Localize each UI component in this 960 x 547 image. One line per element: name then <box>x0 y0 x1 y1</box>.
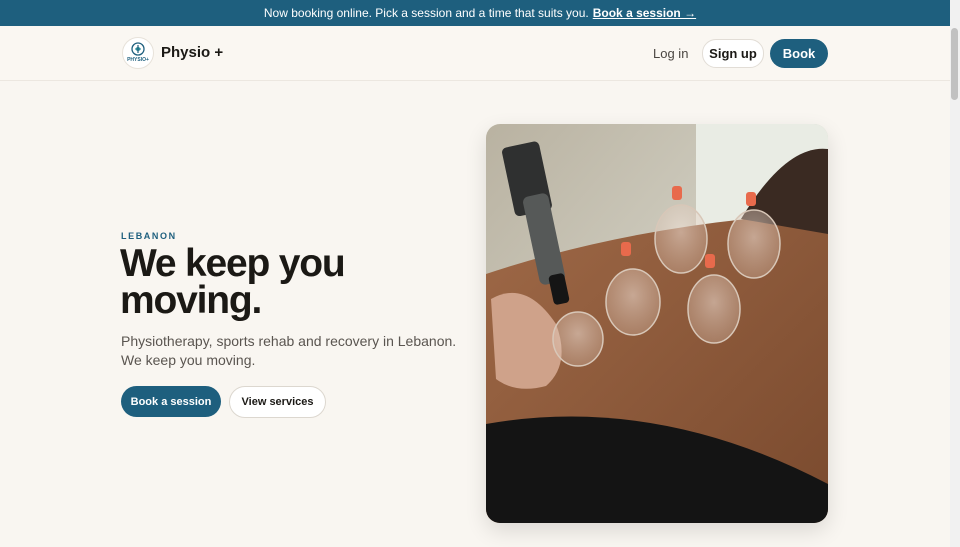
hero-eyebrow: LEBANON <box>121 231 177 241</box>
book-button[interactable]: Book <box>770 39 828 68</box>
hero-subtitle: Physiotherapy, sports rehab and recovery… <box>121 333 457 368</box>
announcement-banner: Now booking online. Pick a session and a… <box>0 0 960 26</box>
login-link[interactable]: Log in <box>653 46 688 61</box>
signup-button[interactable]: Sign up <box>702 39 764 68</box>
book-session-button[interactable]: Book a session <box>121 386 221 417</box>
banner-book-link[interactable]: Book a session → <box>593 6 696 20</box>
view-services-button[interactable]: View services <box>229 386 326 418</box>
scrollbar-thumb[interactable] <box>951 28 958 100</box>
banner-text: Now booking online. Pick a session and a… <box>263 6 589 20</box>
hero-title: We keep you moving. <box>120 242 346 322</box>
logo-text: PHYSIO+ <box>127 57 149 63</box>
hero-image <box>486 124 828 523</box>
top-nav: PHYSIO+ Physio + Log in Sign up Book <box>0 26 950 81</box>
brand-name[interactable]: Physio + <box>161 44 223 61</box>
logo-icon[interactable]: PHYSIO+ <box>122 37 154 69</box>
cupping-therapy-photo <box>486 124 828 523</box>
